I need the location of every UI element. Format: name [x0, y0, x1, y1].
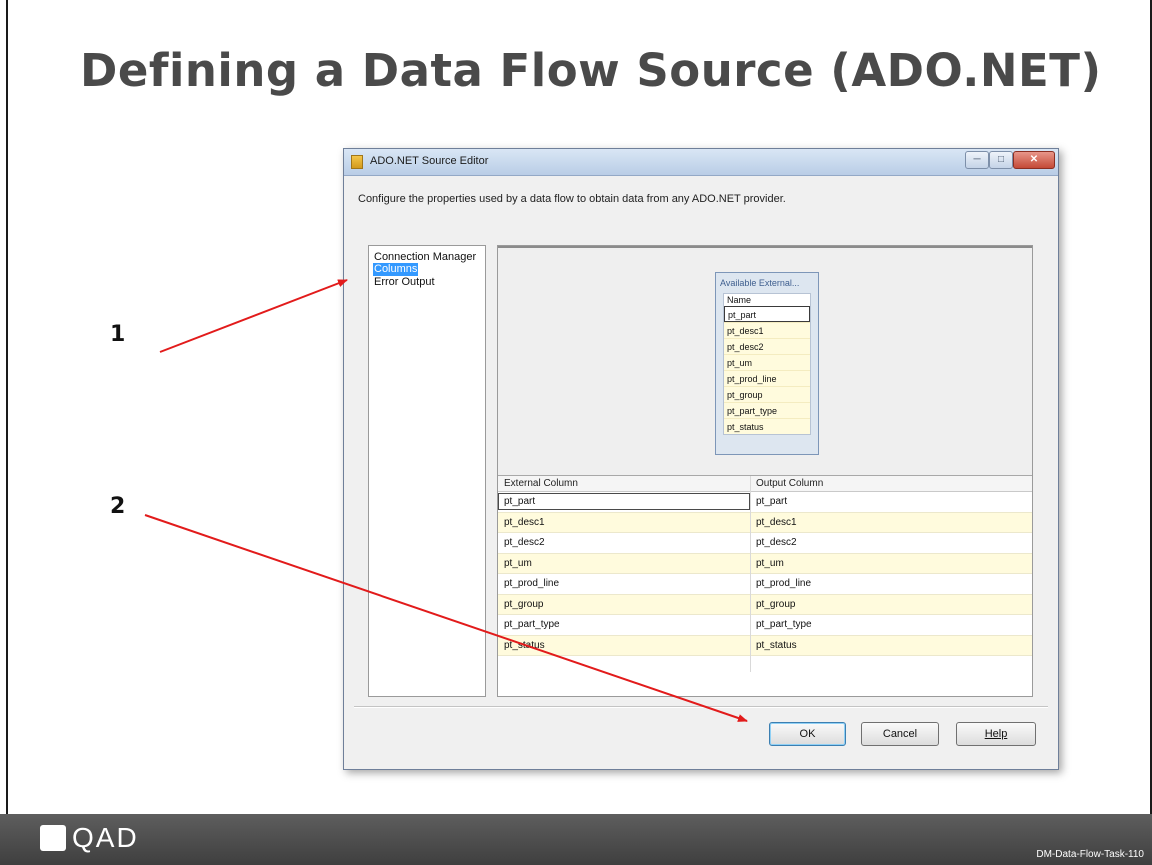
- table-row[interactable]: pt_group pt_group: [498, 594, 1032, 615]
- grid-column-divider: [750, 476, 751, 672]
- callout-number-2: 2: [110, 494, 126, 519]
- column-mapping-grid: External Column Output Column pt_part pt_…: [498, 476, 1032, 656]
- table-row[interactable]: pt_part pt_part: [498, 492, 1032, 513]
- callout-number-1: 1: [110, 322, 126, 347]
- external-column-cell[interactable]: pt_part: [504, 496, 535, 507]
- nav-item-columns[interactable]: Columns: [373, 263, 419, 276]
- output-column-cell[interactable]: pt_desc1: [756, 517, 797, 528]
- available-column-item[interactable]: pt_desc2: [724, 338, 810, 354]
- table-row[interactable]: pt_prod_line pt_prod_line: [498, 574, 1032, 595]
- output-column-cell[interactable]: pt_part_type: [756, 619, 812, 630]
- output-column-cell[interactable]: pt_desc2: [756, 537, 797, 548]
- slide: Defining a Data Flow Source (ADO.NET) AD…: [0, 0, 1152, 865]
- output-column-cell[interactable]: pt_group: [756, 599, 795, 610]
- available-column-item[interactable]: pt_prod_line: [724, 370, 810, 386]
- dialog-description: Configure the properties used by a data …: [358, 193, 786, 205]
- ok-button[interactable]: OK: [769, 722, 846, 746]
- cancel-button[interactable]: Cancel: [861, 722, 939, 746]
- arrow-to-columns: [159, 279, 348, 353]
- external-column-cell[interactable]: pt_desc1: [504, 517, 545, 528]
- available-columns-list: Name pt_part pt_desc1 pt_desc2 pt_um pt_…: [723, 293, 811, 435]
- output-column-cell[interactable]: pt_um: [756, 558, 784, 569]
- table-row[interactable]: pt_desc2 pt_desc2: [498, 533, 1032, 554]
- maximize-button[interactable]: □: [989, 151, 1013, 169]
- external-column-header[interactable]: External Column: [504, 478, 578, 489]
- available-column-item[interactable]: pt_part: [724, 306, 810, 322]
- available-column-item[interactable]: pt_um: [724, 354, 810, 370]
- qad-logo-icon: [40, 825, 66, 851]
- minimize-button[interactable]: ─: [965, 151, 989, 169]
- available-column-item[interactable]: pt_status: [724, 418, 810, 434]
- output-column-cell[interactable]: pt_part: [756, 496, 787, 507]
- qad-logo-text: QAD: [72, 822, 139, 853]
- slide-title: Defining a Data Flow Source (ADO.NET): [80, 44, 1102, 97]
- external-column-cell[interactable]: pt_status: [504, 640, 545, 651]
- dialog-title: ADO.NET Source Editor: [370, 155, 489, 167]
- output-column-header[interactable]: Output Column: [756, 478, 823, 489]
- column-mapping-diagram: Available External... Name pt_part pt_de…: [498, 246, 1032, 476]
- nav-item-error-output[interactable]: Error Output: [373, 276, 436, 289]
- grid-body: pt_part pt_part pt_desc1 pt_desc1 pt_desc2…: [498, 492, 1032, 656]
- external-column-cell[interactable]: pt_um: [504, 558, 532, 569]
- available-column-item[interactable]: pt_desc1: [724, 322, 810, 338]
- slide-id: DM-Data-Flow-Task-110: [1036, 849, 1144, 860]
- selected-cell: [498, 493, 750, 510]
- nav-pane: Connection Manager Columns Error Output: [368, 245, 486, 697]
- available-column-item[interactable]: pt_group: [724, 386, 810, 402]
- output-column-cell[interactable]: pt_status: [756, 640, 797, 651]
- available-column-item[interactable]: pt_part_type: [724, 402, 810, 418]
- grid-header: External Column Output Column: [498, 476, 1032, 492]
- available-columns-header: Name: [727, 295, 752, 305]
- button-separator: [354, 706, 1048, 708]
- available-columns-title: Available External...: [720, 278, 800, 288]
- table-row[interactable]: pt_part_type pt_part_type: [498, 615, 1032, 636]
- external-column-cell[interactable]: pt_desc2: [504, 537, 545, 548]
- table-row[interactable]: pt_um pt_um: [498, 553, 1032, 574]
- ssis-icon: [351, 155, 363, 169]
- output-column-cell[interactable]: pt_prod_line: [756, 578, 811, 589]
- external-column-cell[interactable]: pt_group: [504, 599, 543, 610]
- dialog-titlebar[interactable]: ADO.NET Source Editor ─ □ ✕: [344, 149, 1058, 176]
- table-row[interactable]: pt_status pt_status: [498, 635, 1032, 656]
- help-button[interactable]: Help: [956, 722, 1036, 746]
- columns-pane: Available External... Name pt_part pt_de…: [497, 245, 1033, 697]
- table-row[interactable]: pt_desc1 pt_desc1: [498, 512, 1032, 533]
- external-column-cell[interactable]: pt_prod_line: [504, 578, 559, 589]
- slide-footer: QAD DM-Data-Flow-Task-110: [0, 814, 1152, 865]
- available-external-columns-box[interactable]: Available External... Name pt_part pt_de…: [715, 272, 819, 455]
- ado-net-source-editor-dialog: ADO.NET Source Editor ─ □ ✕ Configure th…: [343, 148, 1059, 770]
- close-button[interactable]: ✕: [1013, 151, 1055, 169]
- external-column-cell[interactable]: pt_part_type: [504, 619, 560, 630]
